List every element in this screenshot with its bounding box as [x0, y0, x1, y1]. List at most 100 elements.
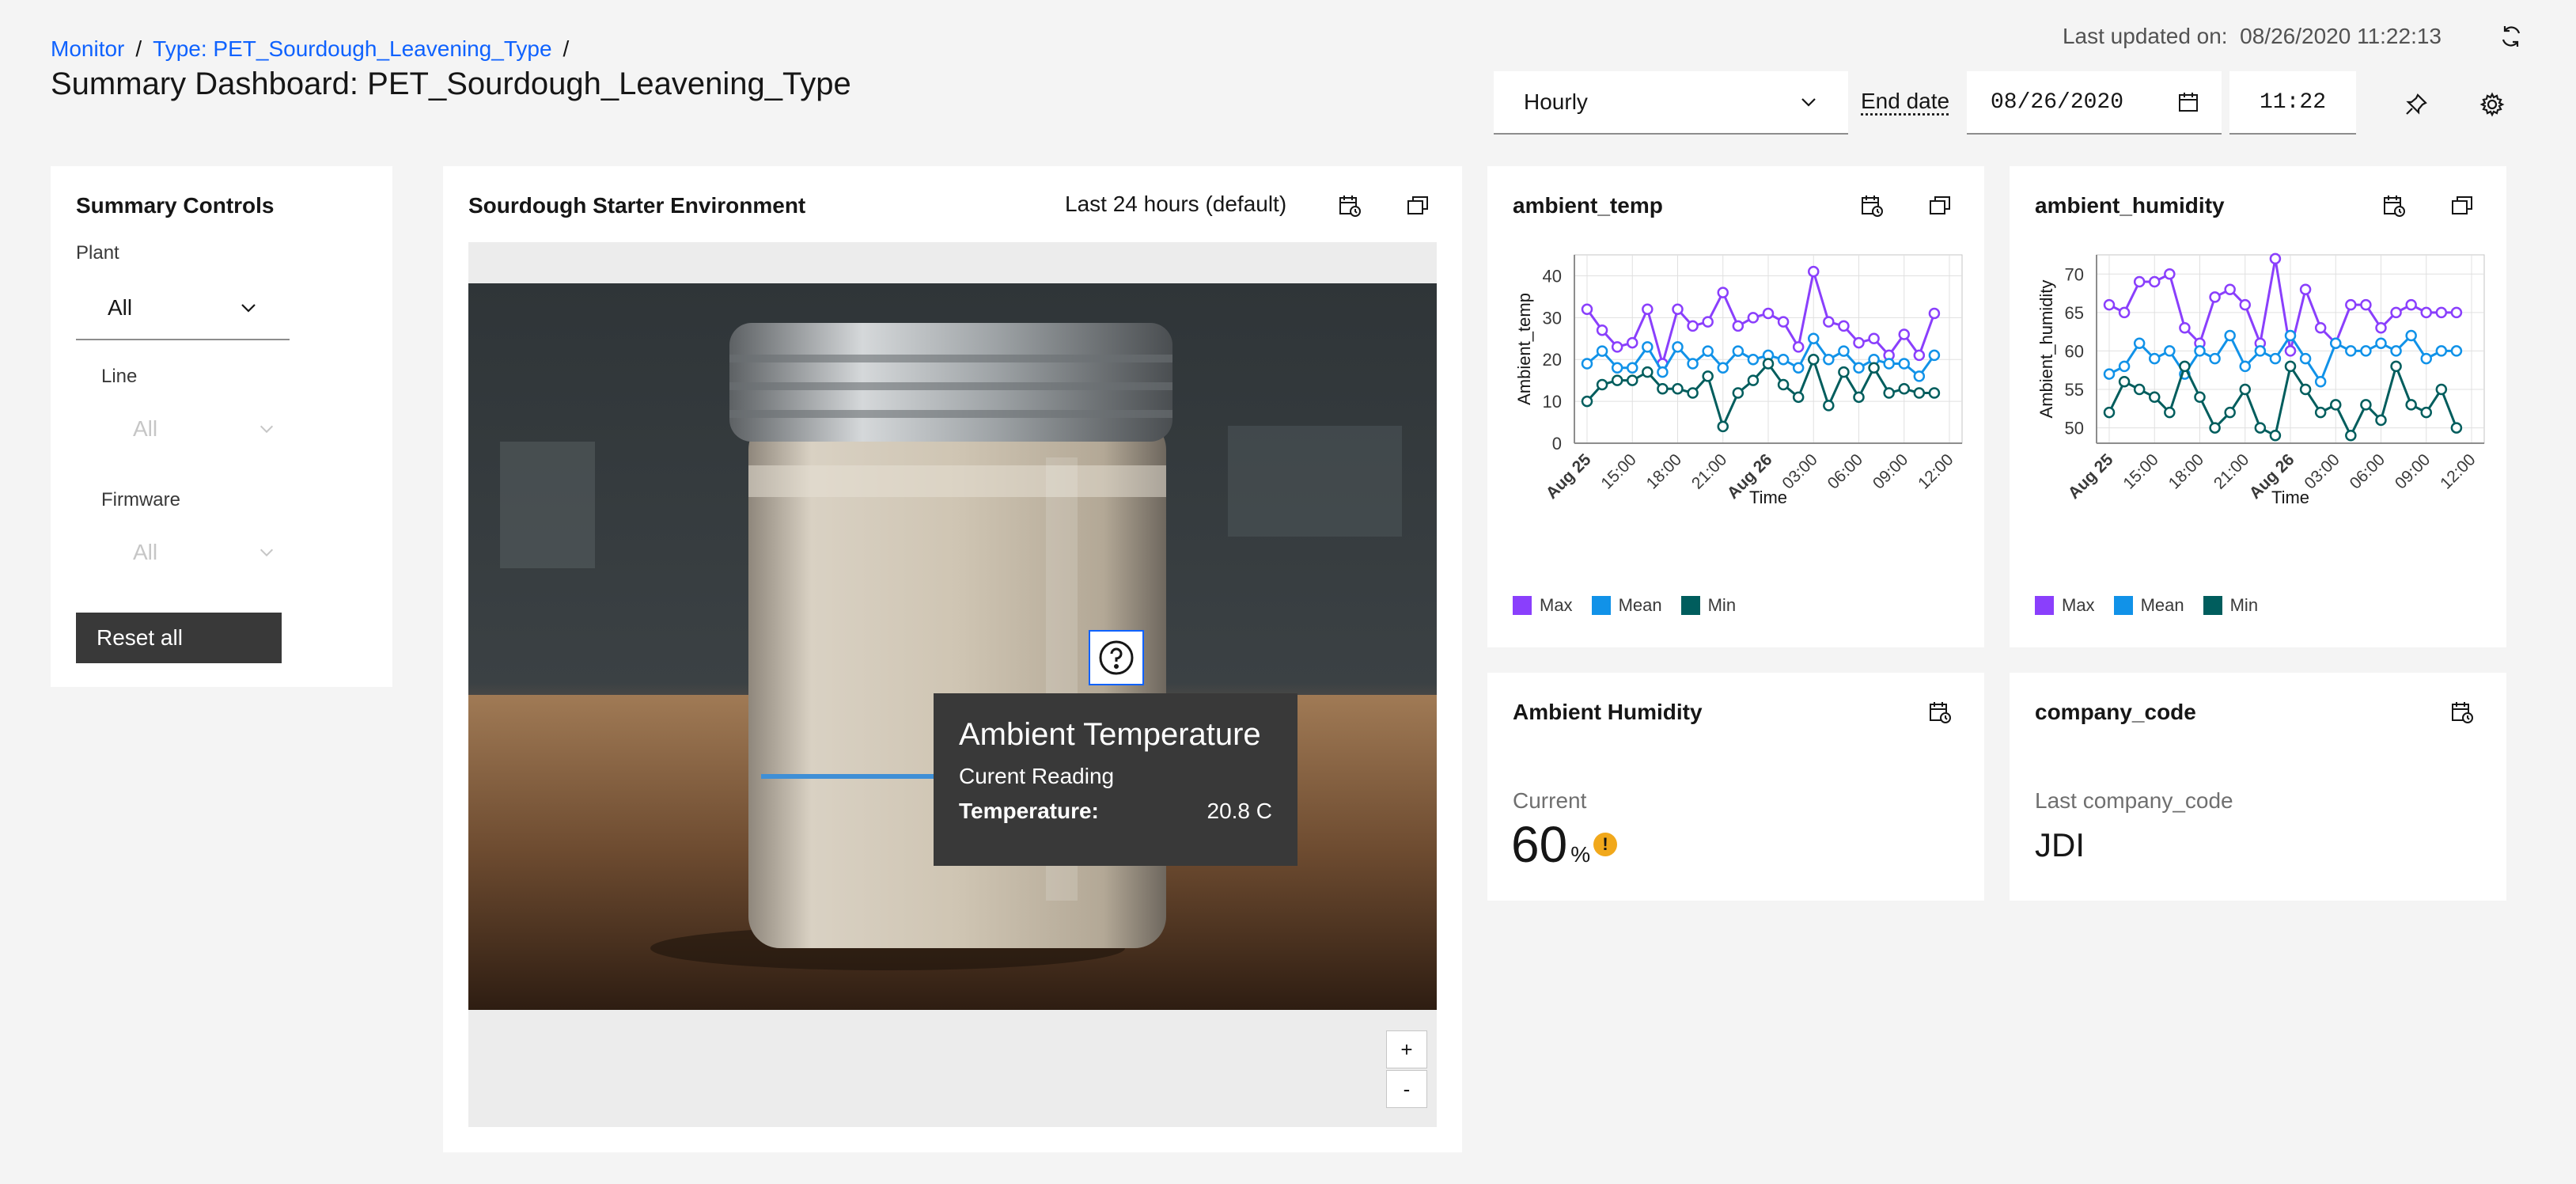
- expand-button[interactable]: [2445, 188, 2479, 223]
- data-point-mean: [2390, 345, 2402, 357]
- humidity-value-label: Current: [1513, 788, 1587, 813]
- line-dropdown[interactable]: All: [133, 416, 275, 442]
- summary-controls-title: Summary Controls: [76, 193, 275, 218]
- legend-item-min[interactable]: Min: [1680, 595, 1737, 616]
- data-point-min: [2420, 406, 2432, 419]
- data-point-min: [1747, 374, 1760, 386]
- data-point-mean: [1642, 341, 1654, 353]
- data-point-mean: [2209, 352, 2221, 365]
- date-range-button[interactable]: [1332, 188, 1367, 223]
- legend-item-mean[interactable]: Mean: [1591, 595, 1662, 616]
- firmware-label: Firmware: [101, 489, 180, 510]
- date-range-button[interactable]: [2377, 188, 2411, 223]
- zoom-out-button[interactable]: -: [1386, 1070, 1427, 1108]
- data-point-mean: [2194, 345, 2206, 357]
- pin-button[interactable]: [2397, 85, 2435, 123]
- legend-item-max[interactable]: Max: [1513, 595, 1573, 616]
- firmware-dropdown[interactable]: All: [133, 540, 275, 565]
- data-point-min: [1581, 395, 1593, 408]
- data-point-mean: [1883, 358, 1895, 370]
- data-point-mean: [2420, 352, 2432, 365]
- expand-button[interactable]: [1400, 188, 1435, 223]
- end-date-input[interactable]: 08/26/2020: [1967, 71, 2222, 135]
- chevron-down-icon: [259, 425, 274, 434]
- plant-value: All: [108, 295, 133, 320]
- hotspot-button[interactable]: [1089, 630, 1144, 685]
- data-point-mean: [1808, 332, 1820, 345]
- reset-all-button[interactable]: Reset all: [76, 613, 282, 663]
- legend-label: Min: [1707, 595, 1737, 615]
- ambient-temp-chart[interactable]: 010203040Aug 25 15:00 18:00 21:00Aug 26 03:0…: [1487, 237, 1984, 578]
- legend-swatch: [1680, 596, 1700, 615]
- x-tick-label: 12:00: [1915, 450, 1957, 492]
- legend-swatch: [2113, 596, 2133, 615]
- data-point-mean: [1777, 353, 1790, 366]
- data-point-min: [2405, 399, 2417, 411]
- x-tick-label: 15:00: [1597, 450, 1639, 492]
- data-point-min: [1808, 353, 1820, 366]
- y-tick-label: 10: [1543, 392, 1562, 412]
- settings-button[interactable]: [2473, 85, 2511, 123]
- plant-dropdown[interactable]: All: [76, 277, 290, 340]
- data-point-mean: [1913, 370, 1926, 382]
- ambient-humidity-chart[interactable]: 5055606570Aug 25 15:00 18:00 21:00Aug 26 03:…: [2010, 237, 2506, 578]
- data-point-max: [1853, 336, 1865, 349]
- zoom-in-button[interactable]: +: [1386, 1030, 1427, 1068]
- data-point-min: [2435, 383, 2448, 396]
- y-tick-label: 70: [2065, 264, 2084, 284]
- data-point-min: [2254, 422, 2267, 434]
- data-point-max: [1732, 320, 1744, 332]
- legend-item-min[interactable]: Min: [2203, 595, 2258, 616]
- last-updated: Last updated on: 08/26/2020 11:22:13: [2063, 24, 2442, 49]
- legend-item-mean[interactable]: Mean: [2113, 595, 2184, 616]
- y-tick-label: 0: [1552, 434, 1562, 453]
- data-point-min: [1657, 382, 1669, 395]
- data-point-min: [1898, 382, 1910, 395]
- ambient-temp-title: ambient_temp: [1513, 193, 1663, 218]
- data-point-min: [1687, 387, 1699, 399]
- x-tick-label: 03:00: [2301, 450, 2343, 492]
- data-point-min: [1642, 366, 1654, 378]
- data-point-min: [1732, 387, 1744, 399]
- data-point-max: [1717, 287, 1729, 298]
- data-point-max: [2103, 298, 2116, 311]
- series-line-min: [2108, 362, 2458, 438]
- date-range-button[interactable]: [1923, 695, 1957, 730]
- data-point-min: [2224, 406, 2236, 419]
- data-point-mean: [2118, 360, 2131, 373]
- calendar-clock-icon: [2384, 195, 2405, 217]
- line-value: All: [133, 416, 158, 441]
- tooltip-subtitle: Curent Reading: [959, 764, 1115, 788]
- image-viewport[interactable]: + -: [468, 242, 1437, 1127]
- calendar-icon[interactable]: [2177, 91, 2199, 113]
- refresh-button[interactable]: [2495, 21, 2527, 52]
- legend-item-max[interactable]: Max: [2035, 595, 2095, 616]
- date-range-button[interactable]: [2445, 695, 2479, 730]
- legend-swatch: [2203, 596, 2222, 615]
- data-point-max: [1687, 320, 1699, 332]
- series-line-min: [1585, 355, 1934, 431]
- humidity-value: 60 % !: [1511, 815, 1618, 874]
- x-tick-label: 18:00: [1643, 450, 1685, 492]
- data-point-min: [1627, 374, 1638, 386]
- date-range-button[interactable]: [1854, 188, 1889, 223]
- interval-dropdown[interactable]: Hourly: [1494, 71, 1848, 135]
- end-time-input[interactable]: 11:22: [2229, 71, 2356, 135]
- plant-label: Plant: [76, 242, 119, 264]
- breadcrumb-type-link[interactable]: Type: PET_Sourdough_Leavening_Type: [153, 36, 551, 62]
- data-point-max: [2345, 298, 2357, 311]
- expand-button[interactable]: [1923, 188, 1957, 223]
- page-title: Summary Dashboard: PET_Sourdough_Leaveni…: [51, 66, 851, 101]
- breadcrumb-monitor-link[interactable]: Monitor: [51, 36, 124, 62]
- data-point-min: [2330, 399, 2342, 411]
- data-point-max: [2149, 275, 2161, 288]
- data-point-mean: [1672, 341, 1684, 353]
- data-point-min: [2314, 406, 2327, 419]
- company-code-card: company_code Last company_code JDI: [2010, 673, 2506, 901]
- x-tick-label: 21:00: [2210, 450, 2252, 492]
- data-point-mean: [2149, 352, 2161, 365]
- data-point-min: [2209, 422, 2221, 434]
- data-point-min: [2194, 391, 2206, 403]
- end-date-value: 08/26/2020: [1991, 89, 2124, 115]
- y-axis-label: Ambient_temp: [1514, 293, 1534, 405]
